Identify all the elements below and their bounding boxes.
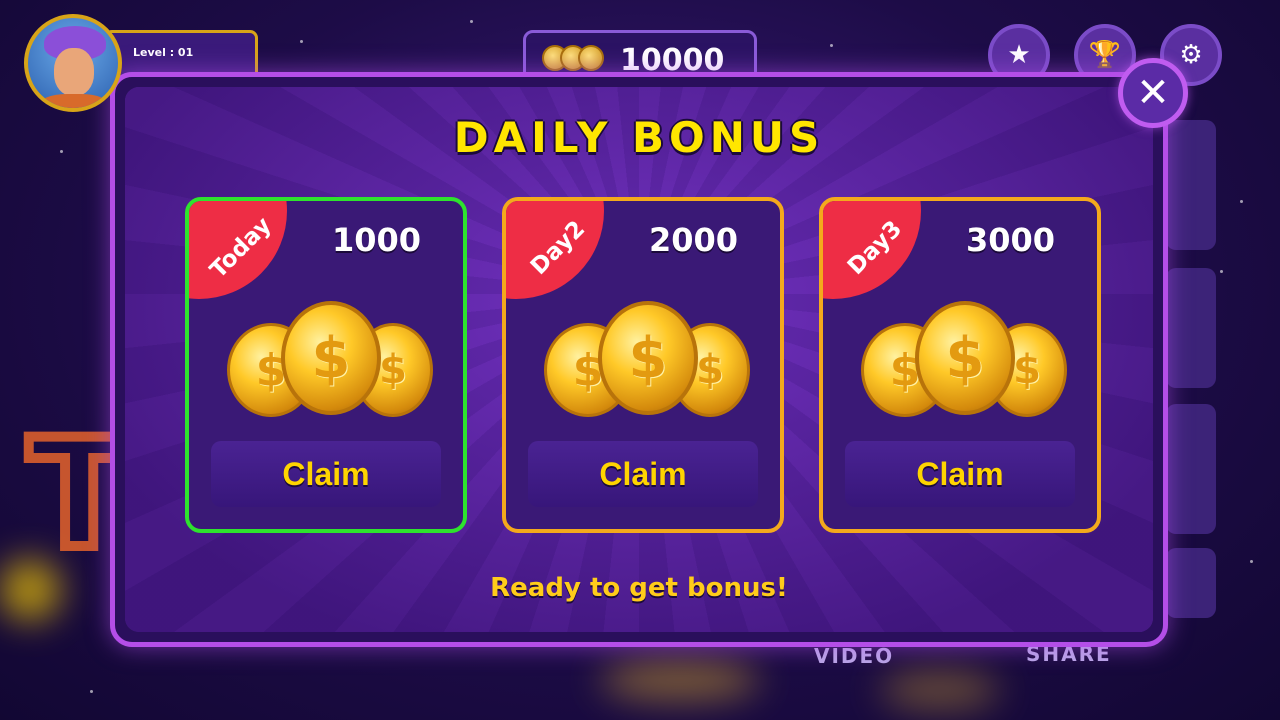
side-menu-tile[interactable] [1166,548,1216,618]
bonus-card-day3[interactable]: Day3 3000 $ $ $ Claim [819,197,1101,533]
claim-button[interactable]: Claim [528,441,758,507]
bonus-amount: 2000 [648,221,738,259]
status-message: Ready to get bonus! [490,573,788,603]
modal-title: DAILY BONUS [453,113,825,162]
bonus-amount: 3000 [965,221,1055,259]
avatar-body [38,94,110,108]
level-label: Level : 01 [133,46,194,59]
coin-stack-icon: $ $ $ [542,301,752,421]
coin-icon: $ [915,301,1015,415]
modal-body: DAILY BONUS Today 1000 $ $ $ Claim Day2 … [125,87,1153,632]
coin-icon: $ [598,301,698,415]
bonus-amount: 1000 [331,221,421,259]
player-avatar[interactable] [24,14,122,112]
side-menu-tile[interactable] [1166,120,1216,250]
coin-stack-icon: $ $ $ [859,301,1069,421]
bonus-card-today[interactable]: Today 1000 $ $ $ Claim [185,197,467,533]
light-glow [600,660,760,700]
bonus-card-day2[interactable]: Day2 2000 $ $ $ Claim [502,197,784,533]
daily-bonus-modal: DAILY BONUS Today 1000 $ $ $ Claim Day2 … [110,72,1168,647]
video-label[interactable]: VIDEO [814,644,894,668]
side-menu-tile[interactable] [1166,268,1216,388]
avatar-face [54,48,94,96]
side-menu-tile[interactable] [1166,404,1216,534]
coin-icon: $ [281,301,381,415]
light-glow [880,670,1000,710]
claim-button[interactable]: Claim [845,441,1075,507]
coin-icon [578,45,604,71]
claim-button[interactable]: Claim [211,441,441,507]
coin-stack-icon: $ $ $ [225,301,435,421]
close-icon[interactable]: ✕ [1118,58,1188,128]
